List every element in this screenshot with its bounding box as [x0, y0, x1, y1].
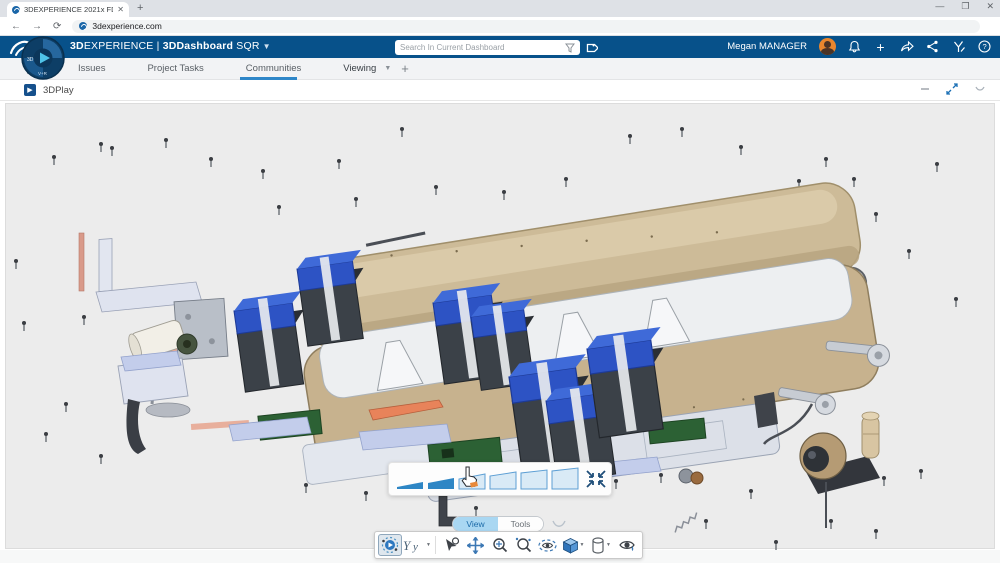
tab-chevron-icon[interactable]: ▼	[384, 65, 391, 72]
explode-level-6[interactable]	[552, 468, 578, 489]
explode-level-4[interactable]	[490, 472, 516, 489]
explode-level-2[interactable]	[428, 478, 454, 489]
notifications-bell-icon[interactable]	[847, 39, 862, 54]
widget-menu-chevron-icon[interactable]	[974, 83, 986, 95]
new-tab-icon[interactable]: +	[137, 2, 143, 14]
toolbar-separator	[435, 536, 436, 554]
dashboard-code: SQR	[236, 40, 259, 52]
pan-tool[interactable]	[463, 534, 487, 556]
compass-vr-label: V+R	[38, 71, 48, 76]
projection-dropdown-icon[interactable]: ▼	[606, 542, 611, 548]
reload-icon[interactable]: ⟳	[53, 21, 61, 32]
help-icon[interactable]: ?	[977, 39, 992, 54]
explode-level-1[interactable]	[397, 482, 423, 489]
widget-minimize-icon[interactable]	[920, 83, 930, 95]
play-scenario-tool[interactable]	[378, 534, 402, 556]
window-minimize-icon[interactable]: —	[935, 1, 944, 12]
tab-issues[interactable]: Issues	[78, 63, 105, 74]
window-restore-icon[interactable]: ❐	[961, 1, 969, 12]
turntable-tool[interactable]	[535, 534, 559, 556]
dashboard-search[interactable]	[395, 40, 580, 55]
viewer-toolbar: Y y ▼	[374, 531, 643, 559]
zoom-tool[interactable]	[487, 534, 511, 556]
search-input[interactable]	[400, 43, 565, 52]
share-icon[interactable]	[899, 39, 914, 54]
tab-close-icon[interactable]: ✕	[117, 6, 124, 14]
brand-rest: EXPERIENCE	[84, 40, 154, 52]
address-bar[interactable]: 3dexperience.com	[72, 20, 980, 33]
view-cube-dropdown-icon[interactable]: ▼	[580, 542, 585, 548]
share-network-icon[interactable]	[925, 39, 940, 54]
app-name: 3DDashboard	[163, 40, 233, 52]
user-avatar[interactable]	[819, 38, 836, 55]
user-name[interactable]: Megan MANAGER	[727, 41, 807, 52]
site-favicon	[79, 22, 87, 30]
svg-text:Y: Y	[403, 538, 412, 553]
widget-maximize-icon[interactable]	[946, 83, 958, 95]
explode-tool-dropdown-icon[interactable]: ▼	[426, 542, 431, 548]
browser-tab-title: 3DEXPERIENCE 2021x FD02	[24, 5, 113, 14]
explode-slider-panel[interactable]	[388, 462, 612, 496]
viewer-tab-view[interactable]: View	[453, 517, 498, 531]
view-cube-tool[interactable]: ▼	[559, 534, 587, 556]
widget-header: ▶ 3DPlay	[0, 80, 1000, 101]
model-drum-assembly	[754, 392, 880, 528]
compass-3d-label: 3D	[27, 57, 34, 63]
add-content-icon[interactable]: +	[873, 39, 888, 54]
dashboard-tabrow: Issues Project Tasks Communities Viewing…	[0, 58, 1000, 80]
browser-tab[interactable]: 3DEXPERIENCE 2021x FD02 ✕	[7, 2, 129, 17]
browser-toolbar: ← → ⟳ 3dexperience.com	[0, 17, 1000, 36]
explode-tool[interactable]: Y y ▼	[402, 534, 432, 556]
model-motor-assembly	[118, 319, 249, 454]
viewer-tabs-chevron-icon[interactable]	[552, 520, 566, 529]
filter-funnel-icon[interactable]	[565, 43, 575, 53]
3dexperience-compass[interactable]: 3D V+R	[21, 36, 65, 80]
title-divider: |	[154, 40, 163, 52]
tab-project-tasks[interactable]: Project Tasks	[147, 63, 203, 74]
model-coupler-and-spring	[673, 469, 703, 532]
application-window: 3DEXPERIENCE 2021x FD02 ✕ + — ❐ ✕ ← → ⟳ …	[0, 0, 1000, 563]
tag-icon[interactable]	[584, 41, 598, 55]
window-close-icon[interactable]: ✕	[986, 1, 994, 12]
whats-new-icon[interactable]	[951, 39, 966, 54]
forward-icon[interactable]: →	[32, 21, 42, 32]
back-icon[interactable]: ←	[11, 21, 21, 32]
select-tool[interactable]	[439, 534, 463, 556]
zoom-area-tool[interactable]	[511, 534, 535, 556]
collapse-assembly-icon[interactable]	[587, 471, 605, 487]
hand-cursor	[458, 466, 478, 488]
add-tab-icon[interactable]: +	[401, 61, 409, 76]
hide-show-tool[interactable]	[615, 534, 639, 556]
brand-bold: 3D	[70, 40, 84, 52]
browser-tabstrip: 3DEXPERIENCE 2021x FD02 ✕ + — ❐ ✕	[0, 0, 1000, 17]
tab-communities[interactable]: Communities	[246, 63, 301, 74]
explode-level-5[interactable]	[521, 470, 547, 489]
projection-tool[interactable]: ▼	[587, 534, 615, 556]
title-chevron-icon[interactable]: ▼	[263, 42, 271, 51]
url-text: 3dexperience.com	[92, 21, 161, 31]
svg-text:?: ?	[983, 42, 987, 51]
tab-viewing[interactable]: Viewing	[343, 63, 376, 74]
model-cylinder-part	[862, 412, 879, 458]
viewer-tab-group: View Tools	[452, 516, 566, 532]
3dplay-widget-icon: ▶	[24, 84, 36, 96]
viewer-tab-tools[interactable]: Tools	[498, 517, 543, 531]
svg-text:y: y	[412, 541, 418, 553]
browser-tab-favicon	[12, 6, 20, 14]
app-title[interactable]: 3DEXPERIENCE | 3DDashboard SQR ▼	[70, 40, 271, 52]
widget-title: 3DPlay	[43, 85, 74, 96]
